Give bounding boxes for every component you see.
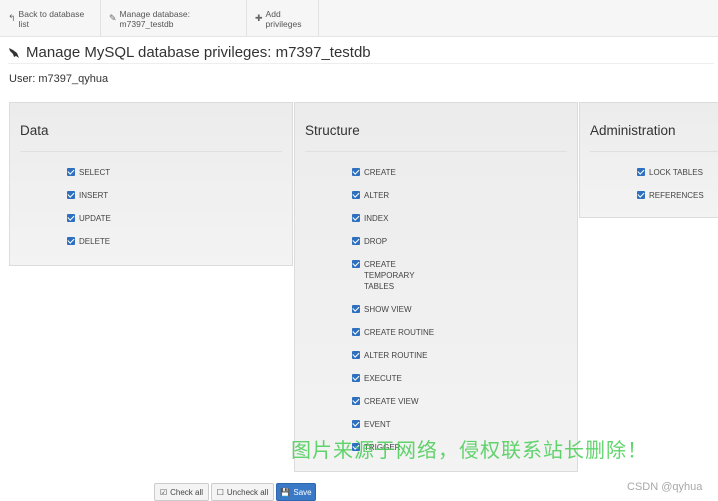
checkbox[interactable] xyxy=(352,351,360,359)
floppy-disk-icon: 💾 xyxy=(280,487,291,497)
privilege-alter[interactable]: ALTER xyxy=(352,190,389,201)
privilege-execute[interactable]: EXECUTE xyxy=(352,373,402,384)
privilege-label: REFERENCES xyxy=(649,191,704,200)
add-privileges-link[interactable]: ✚ Add privileges xyxy=(247,0,319,37)
privilege-label: DROP xyxy=(364,237,388,246)
page-title: Manage MySQL database privileges: m7397_… xyxy=(8,42,714,64)
check-all-button[interactable]: ☑ Check all xyxy=(154,483,209,501)
privilege-event[interactable]: EVENT xyxy=(352,419,391,430)
privilege-label: SELECT xyxy=(79,168,111,177)
manage-database-link[interactable]: ✎ Manage database: m7397_testdb xyxy=(101,0,247,37)
data-privileges-panel: Data SELECT INSERT UPDATE DELETE xyxy=(9,102,293,266)
user-label: User: xyxy=(9,73,36,85)
credit-watermark: CSDN @qyhua xyxy=(627,481,703,493)
manage-database-label: Manage database: m7397_testdb xyxy=(119,8,190,29)
checked-box-icon: ☑ xyxy=(159,487,168,497)
data-panel-title: Data xyxy=(20,123,49,138)
checkbox[interactable] xyxy=(637,191,645,199)
watermark-text: 图片来源于网络，侵权联系站长删除！ xyxy=(291,440,648,462)
user-value: m7397_qyhua xyxy=(38,73,109,85)
back-link-label: Back to database list xyxy=(18,8,85,29)
checkbox[interactable] xyxy=(637,168,645,176)
privilege-label: EVENT xyxy=(364,420,391,429)
page-title-text: Manage MySQL database privileges: m7397_… xyxy=(26,44,371,61)
privilege-insert[interactable]: INSERT xyxy=(67,190,108,201)
back-to-database-list-link[interactable]: ↰ Back to database list xyxy=(0,0,101,37)
edit-icon: ✎ xyxy=(109,13,117,23)
privilege-references[interactable]: REFERENCES xyxy=(637,190,704,201)
checkbox[interactable] xyxy=(352,214,360,222)
privilege-label: SHOW VIEW xyxy=(364,305,412,314)
checkbox[interactable] xyxy=(352,191,360,199)
structure-privileges-panel: Structure CREATE ALTER INDEX DROP CREATE… xyxy=(294,102,578,472)
dolphin-icon xyxy=(9,47,19,58)
privilege-delete[interactable]: DELETE xyxy=(67,236,110,247)
divider xyxy=(305,151,567,152)
checkbox[interactable] xyxy=(67,214,75,222)
save-button[interactable]: 💾 Save xyxy=(276,483,316,501)
administration-privileges-panel: Administration LOCK TABLES REFERENCES xyxy=(579,102,718,218)
privilege-label: CREATE TEMPORARY TABLES xyxy=(364,260,415,291)
privilege-alter-routine[interactable]: ALTER ROUTINE xyxy=(352,350,427,361)
privilege-label: INDEX xyxy=(364,214,389,223)
empty-box-icon: ☐ xyxy=(216,487,224,497)
top-navigation: ↰ Back to database list ✎ Manage databas… xyxy=(0,0,718,37)
privilege-drop[interactable]: DROP xyxy=(352,236,387,247)
checkbox[interactable] xyxy=(352,420,360,428)
privilege-label: CREATE ROUTINE xyxy=(364,328,435,337)
privilege-label: EXECUTE xyxy=(364,374,402,383)
back-arrow-icon: ↰ xyxy=(8,13,16,23)
checkbox[interactable] xyxy=(352,260,360,268)
plus-icon: ✚ xyxy=(255,13,263,23)
check-all-label: Check all xyxy=(170,487,204,497)
privilege-create-view[interactable]: CREATE VIEW xyxy=(352,396,419,407)
checkbox[interactable] xyxy=(352,328,360,336)
privilege-label: CREATE VIEW xyxy=(364,397,419,406)
privilege-create[interactable]: CREATE xyxy=(352,167,396,178)
checkbox[interactable] xyxy=(67,237,75,245)
privilege-show-view[interactable]: SHOW VIEW xyxy=(352,304,412,315)
add-privileges-label: Add privileges xyxy=(265,8,302,29)
administration-panel-title: Administration xyxy=(590,123,676,138)
privilege-select[interactable]: SELECT xyxy=(67,167,110,178)
privilege-label: DELETE xyxy=(79,237,111,246)
privilege-label: INSERT xyxy=(79,191,109,200)
checkbox[interactable] xyxy=(67,168,75,176)
structure-panel-title: Structure xyxy=(305,123,360,138)
privilege-create-routine[interactable]: CREATE ROUTINE xyxy=(352,327,434,338)
uncheck-all-button[interactable]: ☐ Uncheck all xyxy=(211,483,274,501)
privilege-label: UPDATE xyxy=(79,214,111,223)
privilege-lock-tables[interactable]: LOCK TABLES xyxy=(637,167,703,178)
checkbox[interactable] xyxy=(352,374,360,382)
privilege-label: LOCK TABLES xyxy=(649,168,703,177)
privilege-label: ALTER xyxy=(364,191,390,200)
checkbox[interactable] xyxy=(352,168,360,176)
save-label: Save xyxy=(293,487,312,497)
checkbox[interactable] xyxy=(352,397,360,405)
checkbox[interactable] xyxy=(352,305,360,313)
user-line: User: m7397_qyhua xyxy=(9,73,108,85)
privilege-update[interactable]: UPDATE xyxy=(67,213,111,224)
divider xyxy=(590,151,718,152)
checkbox[interactable] xyxy=(352,237,360,245)
uncheck-all-label: Uncheck all xyxy=(226,487,269,497)
checkbox[interactable] xyxy=(67,191,75,199)
privilege-label: ALTER ROUTINE xyxy=(364,351,428,360)
privilege-create-temporary-tables[interactable]: CREATE TEMPORARY TABLES xyxy=(352,259,416,292)
privilege-label: CREATE xyxy=(364,168,396,177)
privilege-index[interactable]: INDEX xyxy=(352,213,388,224)
divider xyxy=(20,151,282,152)
